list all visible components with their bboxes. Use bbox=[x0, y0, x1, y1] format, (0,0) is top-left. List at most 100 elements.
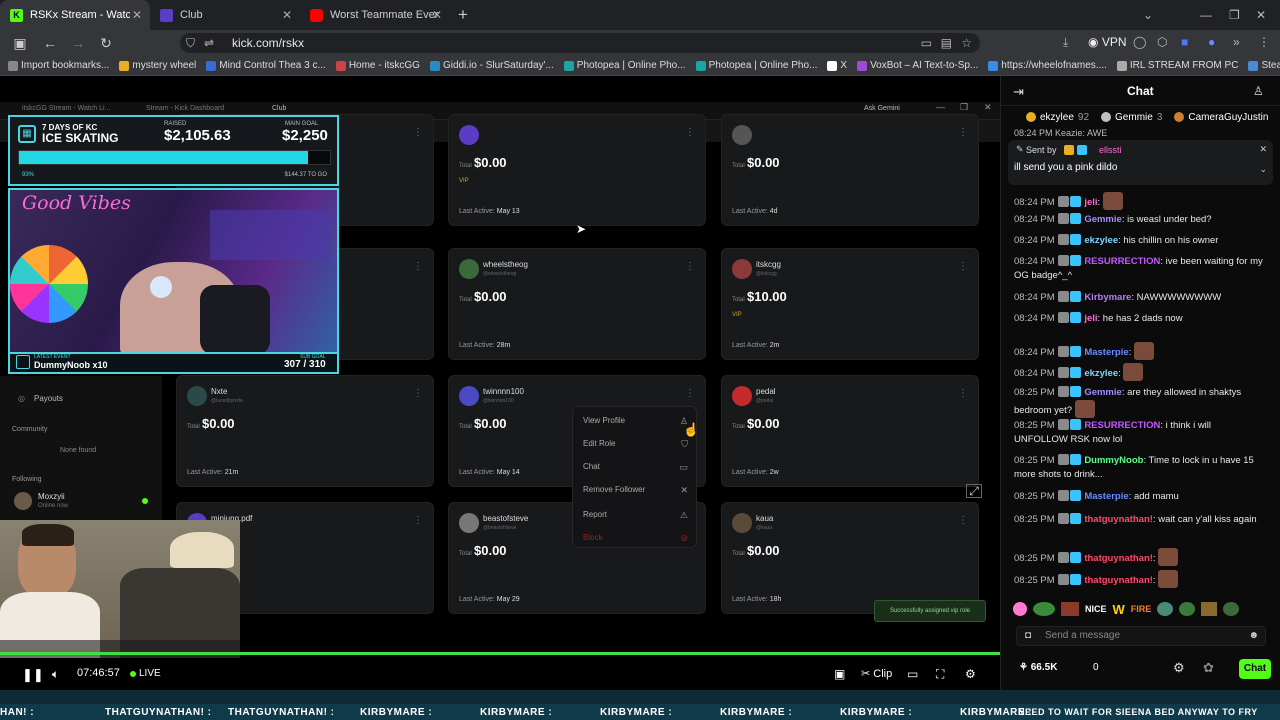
follower-card[interactable]: pedal @pedal Total $0.00 Last Active: 2w ⋮ bbox=[721, 375, 979, 487]
minimize-icon[interactable]: — bbox=[1200, 8, 1212, 22]
more-options-icon[interactable]: ⋮ bbox=[413, 127, 423, 138]
browser-tab-1[interactable]: Club ✕ bbox=[150, 0, 300, 30]
emote-icon[interactable] bbox=[1201, 602, 1218, 616]
follower-card[interactable]: Total $0.00 VIP Last Active: May 13 ⋮ bbox=[448, 114, 706, 226]
settings-icon[interactable]: ⚙ bbox=[965, 667, 976, 681]
pepe-emote-icon[interactable] bbox=[1033, 602, 1055, 616]
pip-icon[interactable]: ▣ bbox=[834, 667, 845, 681]
fire-emote[interactable]: FIRE bbox=[1131, 604, 1152, 614]
close-tab-icon[interactable]: ✕ bbox=[132, 8, 142, 22]
more-options-icon[interactable]: ⋮ bbox=[958, 261, 968, 272]
reload-icon[interactable]: ↻ bbox=[94, 35, 118, 52]
message-user[interactable]: Masterpie bbox=[1084, 491, 1128, 502]
more-options-icon[interactable]: ⋮ bbox=[958, 127, 968, 138]
more-options-icon[interactable]: ⋮ bbox=[685, 127, 695, 138]
follower-card[interactable]: wheelstheog @wheelstheog Total $0.00 Last Ac… bbox=[448, 248, 706, 360]
pause-button[interactable]: ❚❚ bbox=[22, 667, 44, 683]
volume-icon[interactable]: 🔈︎ bbox=[52, 667, 59, 682]
bookmark-item[interactable]: https://wheelofnames.... bbox=[988, 60, 1107, 71]
bookmark-item[interactable]: X bbox=[827, 60, 847, 71]
emoji-icon[interactable]: ☻ bbox=[1248, 627, 1259, 645]
message-user[interactable]: Kirbymare bbox=[1084, 292, 1131, 303]
bookmark-star-icon[interactable]: ☆ bbox=[961, 33, 972, 53]
emote-icon[interactable] bbox=[1157, 602, 1174, 616]
more-options-icon[interactable]: ⋮ bbox=[413, 261, 423, 272]
message-user[interactable]: ekzylee bbox=[1084, 368, 1118, 379]
message-user[interactable]: jeli bbox=[1084, 313, 1097, 324]
follower-card[interactable]: itskcgg @itskcgg Total $10.00 VIP Last Active… bbox=[721, 248, 979, 360]
new-tab-button[interactable]: + bbox=[450, 5, 476, 25]
url-field[interactable]: ⛉ ⇌ kick.com/rskx ▭ ▤ ☆ bbox=[180, 33, 980, 53]
video-progress-bar[interactable] bbox=[0, 652, 1000, 655]
browser-tab-0[interactable]: K RSKx Stream - Watch Live o ✕ bbox=[0, 0, 150, 30]
more-icon[interactable]: » bbox=[1233, 35, 1240, 49]
close-tab-icon[interactable]: ✕ bbox=[282, 8, 292, 22]
bookmark-item[interactable]: Home - itskcGG bbox=[335, 60, 420, 71]
follower-card[interactable]: kaua @kaua Total $0.00 Last Active: 18h ⋮ bbox=[721, 502, 979, 614]
bookmark-item[interactable]: mystery wheel bbox=[119, 60, 196, 71]
more-options-icon[interactable]: ⋮ bbox=[958, 515, 968, 526]
shield-icon[interactable]: ■ bbox=[1181, 35, 1188, 49]
close-window-icon[interactable]: ✕ bbox=[1256, 8, 1266, 22]
message-user[interactable]: thatguynathan! bbox=[1084, 553, 1153, 564]
translate-icon[interactable]: ▤ bbox=[941, 33, 952, 53]
theater-mode-icon[interactable]: ▭ bbox=[907, 667, 918, 681]
nice-emote[interactable]: NICE bbox=[1085, 604, 1107, 614]
collapse-chat-icon[interactable]: ⇥ bbox=[1013, 84, 1024, 100]
message-user[interactable]: thatguynathan! bbox=[1084, 514, 1153, 525]
forward-icon[interactable]: → bbox=[66, 35, 90, 51]
close-tab-icon[interactable]: ✕ bbox=[432, 8, 442, 22]
vpn-button[interactable]: ◉ VPN bbox=[1088, 35, 1127, 49]
message-user[interactable]: DummyNoob bbox=[1084, 455, 1143, 466]
profile-icon[interactable]: ◯ bbox=[1133, 35, 1146, 49]
message-user[interactable]: Gemmie bbox=[1084, 214, 1122, 225]
chat-mode-icon[interactable]: ◘ bbox=[1025, 627, 1031, 645]
account-icon[interactable]: ● bbox=[1208, 35, 1215, 49]
unpin-icon[interactable]: ✕ bbox=[1259, 144, 1267, 155]
message-user[interactable]: RESURRECTION bbox=[1084, 256, 1160, 267]
top-gifter[interactable]: CameraGuyJustin bbox=[1174, 112, 1272, 123]
site-info-icon[interactable]: ⛉ bbox=[186, 33, 195, 53]
send-chat-button[interactable]: Chat bbox=[1239, 659, 1271, 679]
back-icon[interactable]: ← bbox=[38, 35, 62, 51]
message-user[interactable]: thatguynathan! bbox=[1084, 575, 1153, 586]
message-user[interactable]: Masterpie bbox=[1084, 347, 1128, 358]
fullscreen-icon[interactable]: ⛶ bbox=[936, 667, 944, 682]
emote-icon[interactable] bbox=[1179, 602, 1196, 616]
menu-icon[interactable]: ⋮ bbox=[1258, 35, 1270, 49]
follower-card[interactable]: Nxte @lacedbynxte Total $0.00 Last Active: 2… bbox=[176, 375, 434, 487]
bookmark-item[interactable]: Giddi.io - SlurSaturday'... bbox=[429, 60, 554, 71]
pinned-message[interactable]: ✎ Sent by ellssti ill send you a pink di… bbox=[1008, 140, 1273, 185]
more-options-icon[interactable]: ⋮ bbox=[685, 261, 695, 272]
message-user[interactable]: ekzylee bbox=[1084, 235, 1118, 246]
tune-icon[interactable]: ⇌ bbox=[204, 33, 214, 53]
more-options-icon[interactable]: ⋮ bbox=[685, 388, 695, 399]
message-user[interactable]: jeli bbox=[1084, 197, 1097, 208]
bookmark-item[interactable]: Mind Control Thea 3 c... bbox=[206, 60, 326, 71]
tab-search-icon[interactable]: ⌄ bbox=[1143, 8, 1153, 22]
follower-card[interactable]: Total $0.00 Last Active: 4d ⋮ bbox=[721, 114, 979, 226]
sidebar-toggle-icon[interactable]: ▣ bbox=[8, 35, 32, 52]
bookmark-item[interactable]: VoxBot – AI Text-to-Sp... bbox=[857, 60, 978, 71]
chat-input[interactable]: ◘ Send a message ☻ bbox=[1016, 626, 1266, 646]
download-icon[interactable]: ⤓ bbox=[1063, 35, 1068, 50]
users-icon[interactable]: ♙ bbox=[1253, 84, 1264, 98]
settings-icon[interactable]: ⚙ bbox=[1173, 660, 1185, 676]
more-options-icon[interactable]: ⋮ bbox=[413, 388, 423, 399]
bookmark-item[interactable]: Import bookmarks... bbox=[8, 60, 109, 71]
bookmark-item[interactable]: IRL STREAM FROM PC bbox=[1116, 60, 1238, 71]
emote-icon[interactable] bbox=[1061, 602, 1079, 616]
bookmark-item[interactable]: Steam Search bbox=[1248, 60, 1280, 71]
emote-icon[interactable] bbox=[1223, 602, 1240, 616]
chevron-down-icon[interactable]: ⌄ bbox=[1259, 164, 1267, 175]
clip-button[interactable]: ✂ Clip bbox=[861, 667, 892, 680]
bookmark-item[interactable]: Photopea | Online Pho... bbox=[563, 60, 686, 71]
gift-icon[interactable]: ✿ bbox=[1203, 660, 1214, 676]
message-user[interactable]: Gemmie bbox=[1084, 387, 1122, 398]
message-user[interactable]: RESURRECTION bbox=[1084, 420, 1160, 431]
top-gifter[interactable]: ekzylee 92 bbox=[1026, 112, 1089, 123]
maximize-icon[interactable]: ❐ bbox=[1229, 8, 1240, 22]
top-gifter[interactable]: Gemmie 3 bbox=[1101, 112, 1162, 123]
more-options-icon[interactable]: ⋮ bbox=[413, 515, 423, 526]
install-app-icon[interactable]: ▭ bbox=[921, 33, 932, 53]
